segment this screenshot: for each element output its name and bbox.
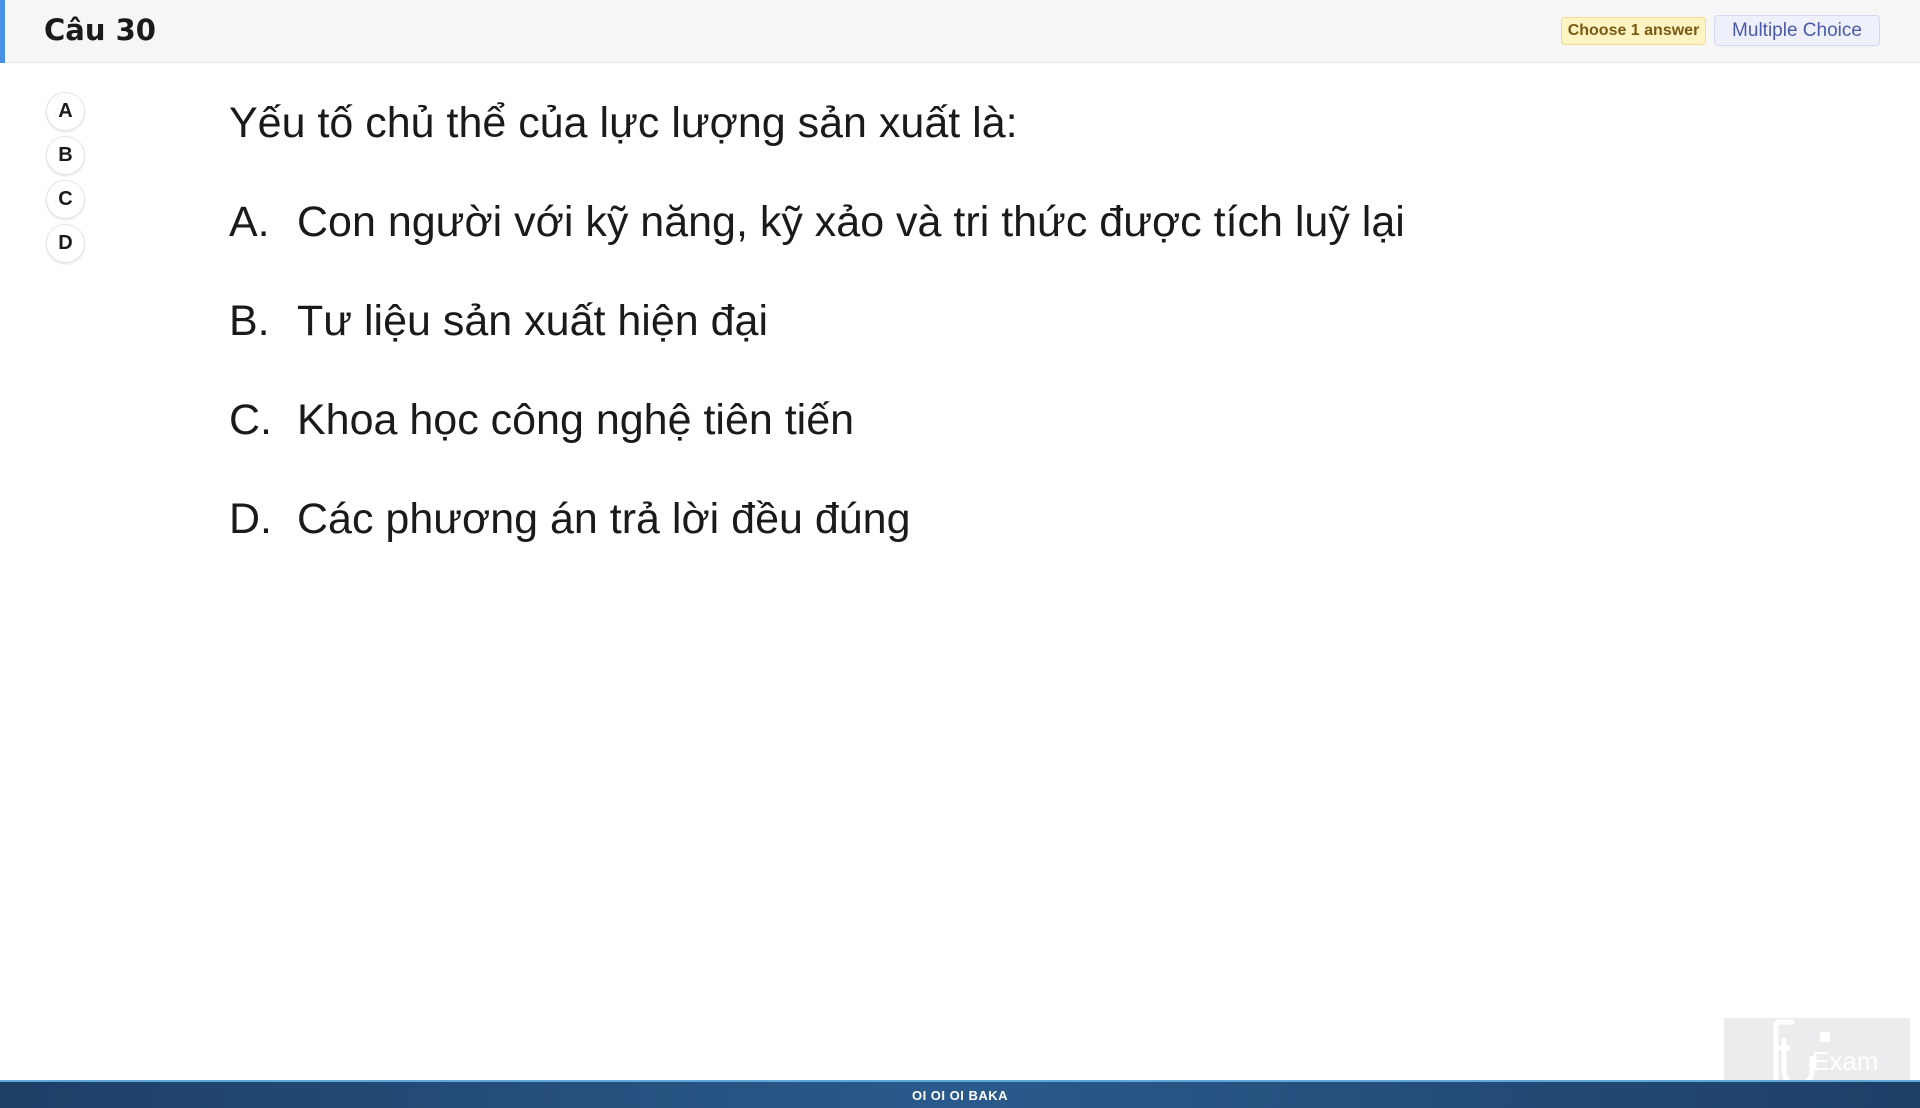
question-text: Yếu tố chủ thể của lực lượng sản xuất là… bbox=[229, 99, 1018, 147]
footer-text: OI OI OI BAKA bbox=[911, 1087, 1009, 1103]
answer-option-a[interactable]: A bbox=[46, 92, 85, 131]
choice-d: D. Các phương án trả lời đều đúng bbox=[229, 486, 1629, 585]
question-title: Câu 30 bbox=[44, 13, 156, 47]
answer-option-d[interactable]: D bbox=[46, 224, 85, 263]
choice-letter: D. bbox=[229, 495, 272, 543]
answer-option-c[interactable]: C bbox=[46, 180, 85, 219]
choose-answer-badge: Choose 1 answer bbox=[1561, 17, 1706, 45]
question-type-badge: Multiple Choice bbox=[1714, 15, 1880, 46]
choice-text: Khoa học công nghệ tiên tiến bbox=[297, 396, 855, 444]
choice-letter: A. bbox=[229, 198, 270, 246]
answer-option-b[interactable]: B bbox=[46, 136, 85, 175]
choice-text: Các phương án trả lời đều đúng bbox=[297, 495, 911, 543]
answer-selector: A B C D bbox=[46, 92, 86, 268]
choice-text: Tư liệu sản xuất hiện đại bbox=[297, 297, 769, 345]
footer-bar: OI OI OI BAKA bbox=[0, 1080, 1920, 1108]
watermark-text: Exam bbox=[1812, 1046, 1878, 1076]
question-image: Yếu tố chủ thể của lực lượng sản xuất là… bbox=[229, 90, 1629, 585]
choice-letter: C. bbox=[229, 396, 272, 444]
choice-c: C. Khoa học công nghệ tiên tiến bbox=[229, 387, 1629, 486]
choice-b: B. Tư liệu sản xuất hiện đại bbox=[229, 288, 1629, 387]
question-header: Câu 30 Choose 1 answer Multiple Choice bbox=[0, 0, 1920, 63]
choice-text: Con người với kỹ năng, kỹ xảo và tri thứ… bbox=[297, 198, 1405, 246]
header-accent-bar bbox=[0, 0, 5, 63]
choice-a: A. Con người với kỹ năng, kỹ xảo và tri … bbox=[229, 189, 1629, 288]
choice-letter: B. bbox=[229, 297, 270, 345]
